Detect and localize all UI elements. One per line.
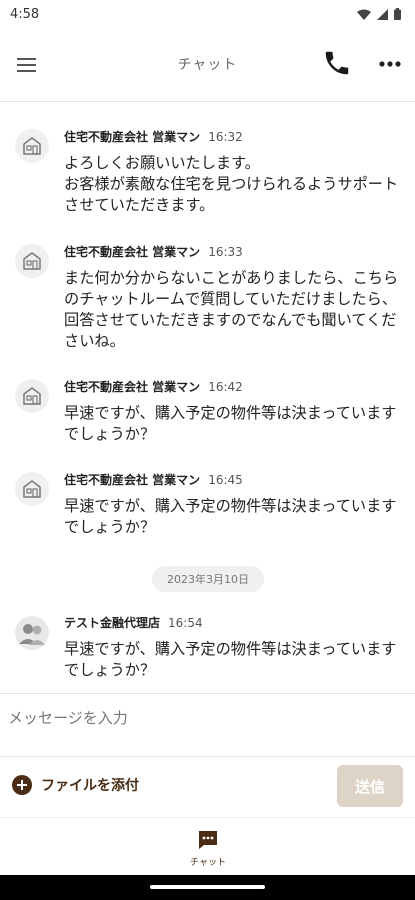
message-text: よろしくお願いいたします。 お客様が素敵な住宅を見つけられるようサポートさせてい… — [64, 154, 399, 214]
message-text: 早速ですが、購入予定の物件等は決まっていますでしょうか？ — [64, 640, 397, 679]
building-icon — [23, 252, 41, 270]
building-icon — [23, 387, 41, 405]
sender-name: 住宅不動産会社 営業マン — [64, 473, 201, 487]
building-icon — [23, 480, 41, 498]
gesture-bar — [0, 875, 415, 900]
home-handle[interactable] — [150, 885, 265, 889]
message-sender: 住宅不動産会社 営業マン 16:33 — [64, 243, 243, 260]
message-time: 16:54 — [168, 616, 203, 630]
date-separator: 2023年3月10日 — [152, 566, 264, 592]
page-title: チャット — [177, 57, 238, 73]
message-sender: テスト金融代理店 16:54 — [64, 614, 203, 631]
attach-file-button[interactable]: ファイルを添付 — [12, 775, 139, 795]
wifi-icon — [357, 9, 371, 20]
message-sender: 住宅不動産会社 営業マン 16:32 — [64, 128, 243, 145]
chat-bubble-icon — [199, 831, 217, 849]
message-time: 16:42 — [208, 380, 243, 394]
avatar — [15, 244, 49, 278]
message-list[interactable]: 住宅不動産会社 営業マン 16:32 よろしくお願いいたします。 お客様が素敵な住… — [0, 103, 415, 693]
message-time: 16:32 — [208, 130, 243, 144]
nav-item-label: チャット — [190, 858, 226, 868]
phone-icon[interactable] — [322, 48, 352, 78]
sender-name: テスト金融代理店 — [64, 616, 161, 630]
app-bar: チャット — [0, 28, 415, 102]
avatar — [15, 129, 49, 163]
sender-name: 住宅不動産会社 営業マン — [64, 380, 201, 394]
add-circle-icon — [12, 775, 32, 795]
avatar — [15, 379, 49, 413]
nav-item-chat[interactable]: チャット — [187, 828, 229, 868]
status-time: 4:58 — [10, 6, 40, 22]
avatar — [15, 472, 49, 506]
message-sender: 住宅不動産会社 営業マン 16:42 — [64, 378, 243, 395]
sender-name: 住宅不動産会社 営業マン — [64, 130, 201, 144]
avatar — [15, 616, 49, 650]
send-button[interactable]: 送信 — [337, 765, 403, 807]
bottom-navigation: チャット — [0, 817, 415, 875]
message-text: 早速ですが、購入予定の物件等は決まっていますでしょうか？ — [64, 497, 397, 536]
attach-file-label: ファイルを添付 — [41, 778, 139, 794]
message-input[interactable] — [6, 708, 400, 728]
message-sender: 住宅不動産会社 営業マン 16:45 — [64, 471, 243, 488]
message-text: 早速ですが、購入予定の物件等は決まっていますでしょうか？ — [64, 404, 397, 443]
composer-actions: ファイルを添付 送信 — [0, 757, 415, 817]
status-icons — [357, 8, 401, 20]
message-time: 16:45 — [208, 473, 243, 487]
more-options-icon[interactable] — [377, 54, 403, 74]
battery-icon — [394, 8, 401, 20]
message-time: 16:33 — [208, 245, 243, 259]
building-icon — [23, 137, 41, 155]
message-composer — [0, 693, 415, 757]
status-bar: 4:58 — [0, 0, 415, 28]
people-icon — [19, 624, 45, 645]
signal-icon — [377, 8, 388, 20]
message-text: また何か分からないことがありましたら、こちらのチャットルームで質問していただけま… — [64, 269, 399, 350]
sender-name: 住宅不動産会社 営業マン — [64, 245, 201, 259]
